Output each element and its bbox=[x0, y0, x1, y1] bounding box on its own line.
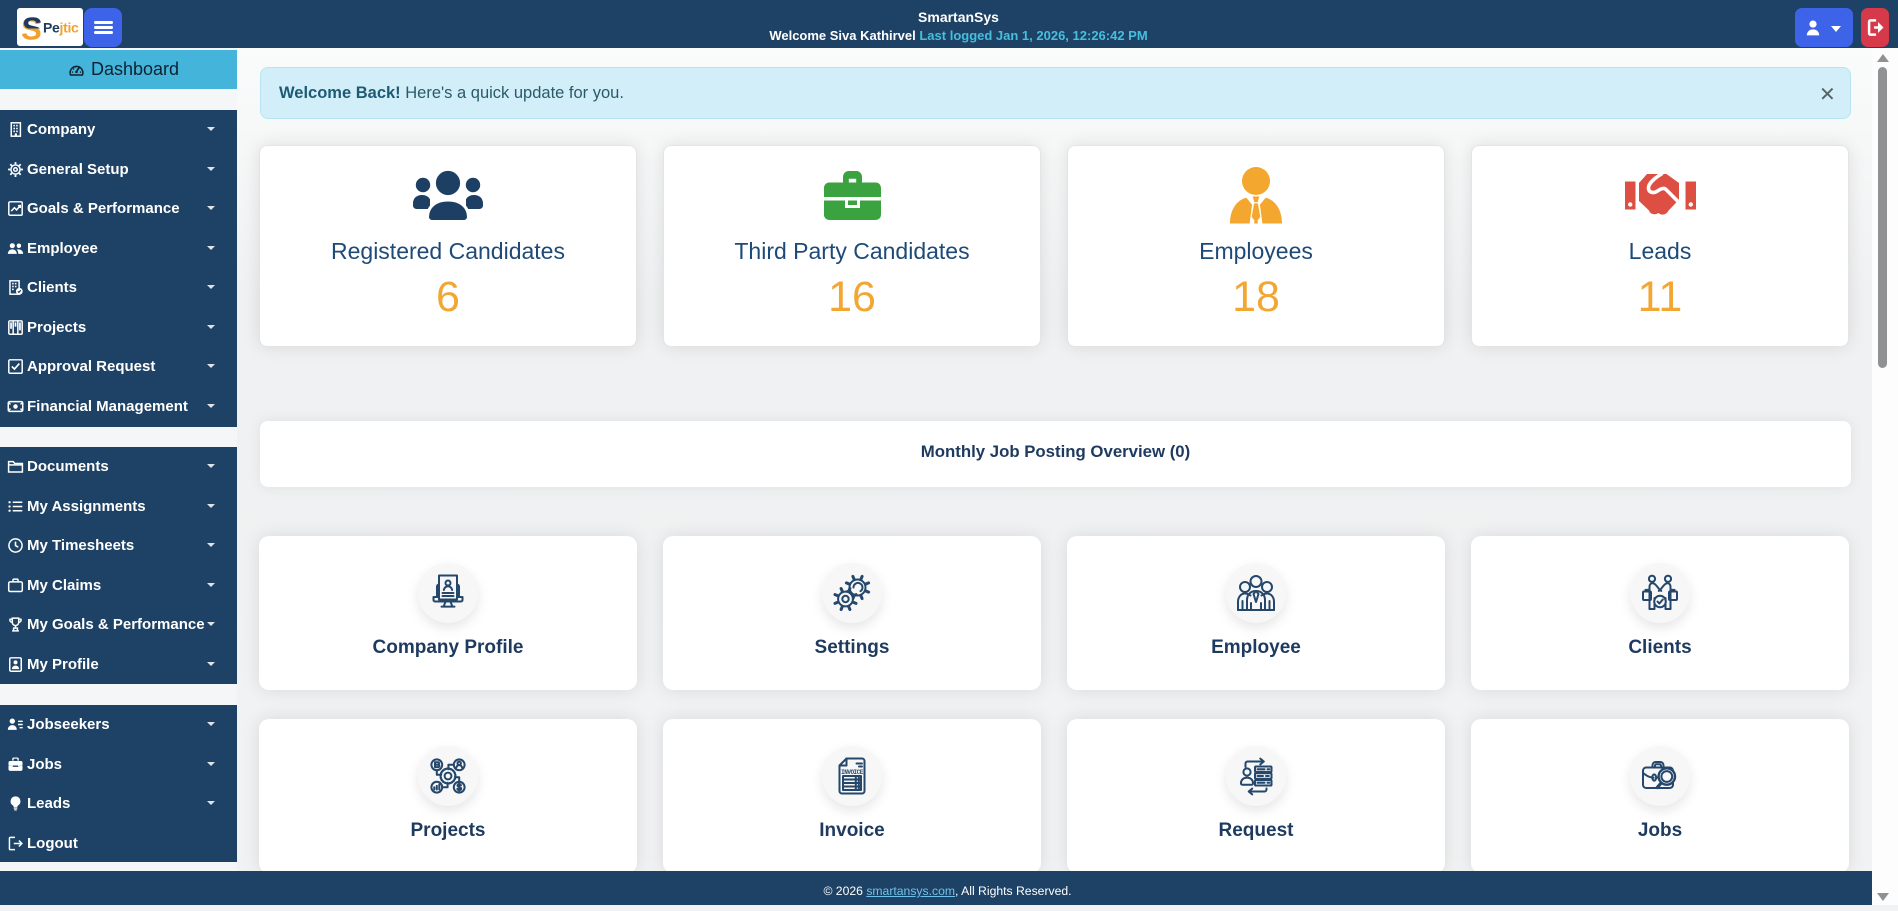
svg-text:INVOICE: INVOICE bbox=[841, 769, 864, 776]
svg-text:Pe: Pe bbox=[43, 20, 60, 36]
svg-text:jtic: jtic bbox=[59, 20, 80, 36]
